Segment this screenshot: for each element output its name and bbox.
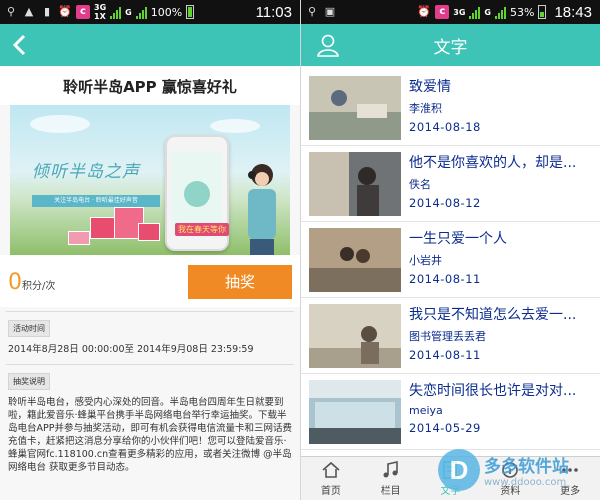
- site-watermark: D 多多软件站 www.ddooo.com: [438, 442, 598, 498]
- usb-icon: ⚲: [307, 5, 317, 18]
- app-notification-icon: c: [435, 5, 450, 19]
- divider: [6, 364, 294, 365]
- clock: 18:43: [554, 3, 592, 21]
- girl-with-headphones-illustration: [248, 164, 276, 255]
- list-item[interactable]: 失恋时间很长也许是对对... meiya 2014-05-29: [301, 374, 600, 450]
- article-title: 一生只爱一个人: [409, 231, 507, 247]
- network-type: 3G: [453, 7, 466, 17]
- lottery-description-label: 抽奖说明: [8, 373, 50, 390]
- cloud-decor: [30, 115, 90, 133]
- nav-label: 栏目: [380, 486, 401, 497]
- article-title: 失恋时间很长也许是对对...: [409, 383, 577, 399]
- article-title: 致爱情: [409, 79, 451, 95]
- home-icon: [322, 461, 340, 478]
- network-type: 3G 1X: [94, 3, 107, 21]
- signal-icon: [110, 6, 122, 19]
- article-date: 2014-05-29: [409, 421, 481, 435]
- activity-time-text: 2014年8月28日 00:00:00至 2014年9月08日 23:59:59: [8, 344, 254, 355]
- article-author: 佚名: [409, 178, 431, 191]
- signal-icon-2: [495, 6, 506, 19]
- image-notification-icon: ▣: [324, 5, 336, 18]
- phone-tag: 我在春天等你: [175, 223, 229, 236]
- articles-screen: ⚲ ▣ ⏰ c 3G G 53% 18:43 文字 致爱情 李淮积 2014-0…: [300, 0, 600, 500]
- watermark-name: 多多软件站: [484, 457, 569, 477]
- article-thumbnail: [309, 304, 401, 368]
- carrier-type: G: [484, 7, 491, 17]
- app-notification-icon: c: [76, 5, 90, 19]
- app-header: 文字: [301, 24, 600, 66]
- alarm-icon: ⏰: [58, 5, 72, 18]
- screenshot-stage: ⚲ ▲ ▮ ⏰ c 3G 1X G 100% 11:03 聆听半岛APP 赢惊喜好…: [0, 0, 600, 500]
- article-thumbnail: [309, 76, 401, 140]
- watermark-url: www.ddooo.com: [484, 477, 567, 488]
- watermark-logo: D: [438, 449, 480, 491]
- status-bar: ⚲ ▲ ▮ ⏰ c 3G 1X G 100% 11:03: [0, 0, 300, 24]
- article-author: 小岩井: [409, 254, 442, 267]
- article-thumbnail: [309, 380, 401, 444]
- page-title: 文字: [433, 37, 468, 58]
- points-value: 0: [8, 269, 22, 295]
- article-title: 我只是不知道怎么去爱一...: [409, 307, 577, 323]
- battery-icon: [186, 5, 195, 19]
- list-item[interactable]: 致爱情 李淮积 2014-08-18: [301, 70, 600, 146]
- battery-charging-icon: [538, 5, 547, 19]
- article-title: 他不是你喜欢的人，却是...: [409, 155, 577, 171]
- divider: [6, 311, 294, 312]
- status-bar: ⚲ ▣ ⏰ c 3G G 53% 18:43: [301, 0, 600, 24]
- article-list: 致爱情 李淮积 2014-08-18 他不是你喜欢的人，却是... 佚名 201…: [301, 66, 600, 450]
- activity-time-label: 活动时间: [8, 320, 50, 337]
- battery-percent: 53%: [510, 5, 535, 19]
- banner-subline: 关注半岛电台 · 聆听最佳好声音: [32, 195, 160, 207]
- promo-banner[interactable]: 倾听半岛之声 关注半岛电台 · 聆听最佳好声音 我在春天等你: [10, 105, 290, 255]
- list-item[interactable]: 一生只爱一个人 小岩井 2014-08-11: [301, 222, 600, 298]
- nav-label: 首页: [320, 486, 341, 497]
- article-date: 2014-08-11: [409, 348, 481, 362]
- battery-percent: 100%: [150, 5, 183, 19]
- signal-icon: [469, 6, 481, 19]
- points-cost: 0积分/次: [8, 270, 55, 295]
- banner-slogan: 倾听半岛之声: [32, 162, 140, 182]
- gift-box: [90, 217, 116, 239]
- article-author: 李淮积: [409, 102, 442, 115]
- signal-icon-2: [135, 6, 147, 19]
- points-unit: 积分/次: [22, 280, 56, 292]
- list-item[interactable]: 他不是你喜欢的人，却是... 佚名 2014-08-12: [301, 146, 600, 222]
- app-header: [0, 24, 300, 66]
- lottery-screen: ⚲ ▲ ▮ ⏰ c 3G 1X G 100% 11:03 聆听半岛APP 赢惊喜好…: [0, 0, 300, 500]
- article-thumbnail: [309, 228, 401, 292]
- lottery-description-text: 聆听半岛电台，感受内心深处的回音。半岛电台四周年生日就要到啦，籍此爱音乐·蜂巢平…: [8, 397, 292, 473]
- nav-home[interactable]: 首页: [301, 457, 361, 500]
- list-item[interactable]: 我只是不知道怎么去爱一... 图书管理丢丢君 2014-08-11: [301, 298, 600, 374]
- gift-box: [68, 231, 90, 245]
- points-row: 0积分/次 抽奖: [0, 255, 300, 307]
- music-note-icon: [383, 461, 398, 478]
- android-icon: ▲: [24, 5, 34, 18]
- carrier-type: G: [125, 7, 132, 17]
- article-date: 2014-08-11: [409, 272, 481, 286]
- clock: 11:03: [255, 3, 292, 21]
- usb-icon: ⚲: [6, 5, 16, 18]
- article-date: 2014-08-12: [409, 196, 481, 210]
- sim-icon: ▮: [43, 5, 51, 18]
- back-button[interactable]: [0, 24, 40, 66]
- article-thumbnail: [309, 152, 401, 216]
- promo-title: 聆听半岛APP 赢惊喜好礼: [0, 66, 300, 105]
- gift-box: [138, 223, 160, 241]
- back-arrow-icon: [12, 34, 26, 56]
- article-date: 2014-08-18: [409, 120, 481, 134]
- cloud-decor: [210, 119, 260, 133]
- draw-lottery-button[interactable]: 抽奖: [188, 265, 292, 299]
- alarm-icon: ⏰: [417, 5, 432, 18]
- article-author: 图书管理丢丢君: [409, 330, 486, 343]
- article-author: meiya: [409, 404, 443, 417]
- nav-columns[interactable]: 栏目: [361, 457, 421, 500]
